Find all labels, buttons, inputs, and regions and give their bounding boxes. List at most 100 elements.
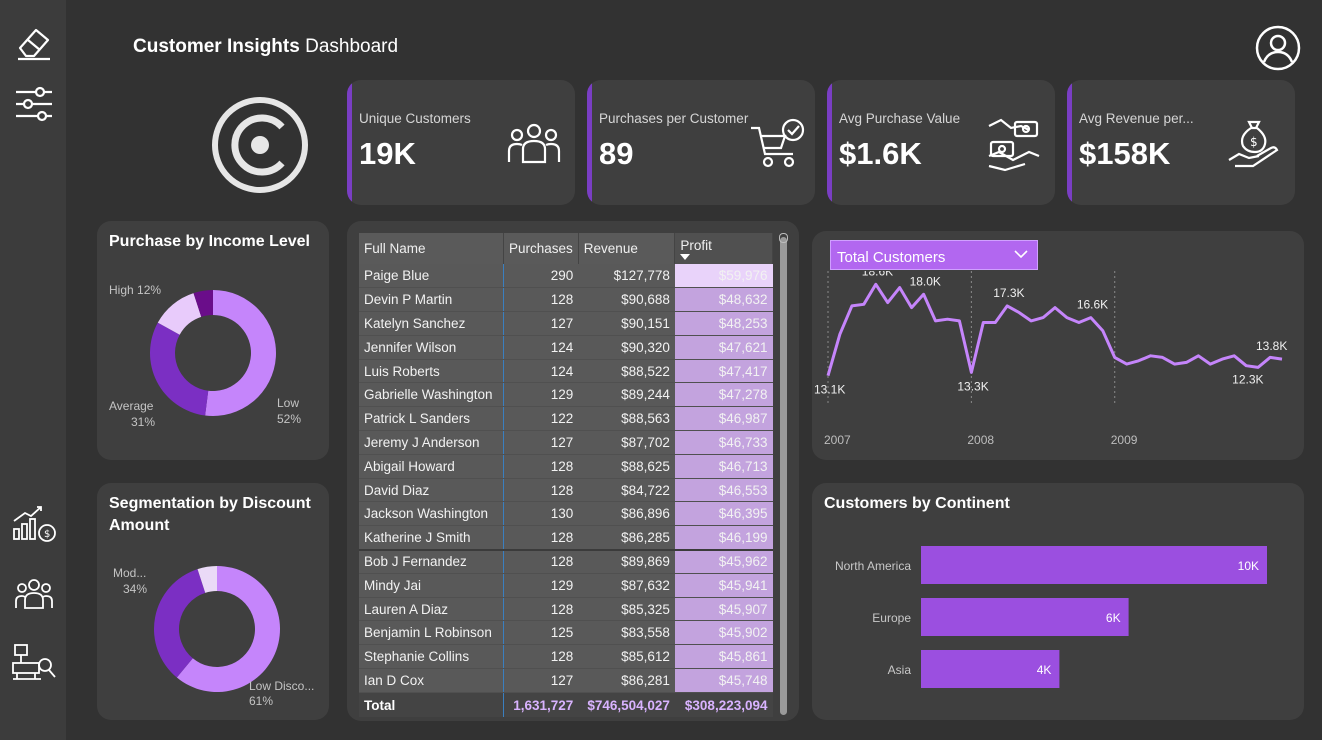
cell-revenue: $89,869 xyxy=(578,548,675,574)
cell-profit: $45,902 xyxy=(674,620,773,646)
income-donut-chart[interactable] xyxy=(137,277,289,429)
donut-label-mod-name: Mod... xyxy=(113,566,147,580)
x-tick-label: 2007 xyxy=(824,433,851,447)
cell-revenue: $85,612 xyxy=(578,644,675,670)
column-header-purchases[interactable]: Purchases xyxy=(503,233,579,264)
cell-purchases: 124 xyxy=(503,335,579,360)
table-row[interactable]: Jennifer Wilson 124 $90,320 $47,621 xyxy=(359,335,773,360)
table-row[interactable]: Abigail Howard 128 $88,625 $46,713 xyxy=(359,454,773,479)
table-row[interactable]: David Diaz 128 $84,722 $46,553 xyxy=(359,478,773,503)
cell-purchases: 128 xyxy=(503,478,579,503)
data-label: 18.6K xyxy=(862,271,893,278)
table-row[interactable]: Paige Blue 290 $127,778 $59,976 xyxy=(359,264,773,289)
table-row[interactable]: Luis Roberts 124 $88,522 $47,417 xyxy=(359,359,773,384)
cell-purchases: 124 xyxy=(503,359,579,384)
donut-label-low-pct: 52% xyxy=(277,412,302,426)
cell-revenue: $90,688 xyxy=(578,287,675,313)
metric-dropdown-label: Total Customers xyxy=(837,249,946,266)
kpi-label: Avg Revenue per... xyxy=(1079,111,1194,126)
cell-purchases: 128 xyxy=(503,454,579,479)
donut-label-high: High 12% xyxy=(109,283,162,297)
kpi-value: $158K xyxy=(1079,136,1171,171)
user-avatar-icon[interactable] xyxy=(1254,24,1302,72)
total-label: Total xyxy=(359,692,504,718)
table-row[interactable]: Katherine J Smith 128 $86,285 $46,199 xyxy=(359,525,773,551)
cell-purchases: 122 xyxy=(503,406,579,432)
table-row[interactable]: Ian D Cox 127 $86,281 $45,748 xyxy=(359,668,773,693)
column-header-full-name[interactable]: Full Name xyxy=(359,233,504,264)
cell-purchases: 127 xyxy=(503,311,579,336)
continent-bar-chart[interactable]: North America 10K Europe 6K Asia 4K xyxy=(812,533,1304,713)
donut-slice[interactable] xyxy=(205,290,276,416)
x-tick-label: 2009 xyxy=(1111,433,1138,447)
inspect-icon[interactable] xyxy=(10,638,58,686)
table-row[interactable]: Mindy Jai 129 $87,632 $45,941 xyxy=(359,573,773,598)
donut-label-average-pct: 31% xyxy=(131,415,156,429)
table-row[interactable]: Benjamin L Robinson 125 $83,558 $45,902 xyxy=(359,620,773,646)
cell-profit: $59,976 xyxy=(674,264,773,289)
table-row[interactable]: Devin P Martin 128 $90,688 $48,632 xyxy=(359,287,773,313)
cell-revenue: $87,632 xyxy=(578,573,675,598)
cell-full-name: Bob J Fernandez xyxy=(359,548,504,574)
bar[interactable] xyxy=(921,546,1267,584)
cell-revenue: $86,281 xyxy=(578,668,675,693)
cell-purchases: 129 xyxy=(503,573,579,598)
cell-profit: $46,713 xyxy=(674,454,773,479)
series-line[interactable] xyxy=(826,282,1283,377)
kpi-label: Purchases per Customer xyxy=(599,111,749,126)
income-level-title: Purchase by Income Level xyxy=(109,233,310,250)
column-header-profit[interactable]: Profit xyxy=(674,233,773,264)
bar-value-label: 4K xyxy=(1037,663,1052,677)
cell-full-name: Patrick L Sanders xyxy=(359,406,504,432)
metric-dropdown[interactable]: Total Customers xyxy=(830,240,1038,270)
chart-money-icon[interactable]: $ xyxy=(10,500,58,548)
money-bag-hand-icon: $ xyxy=(1225,116,1283,174)
donut-slice[interactable] xyxy=(149,322,209,416)
cell-revenue: $89,244 xyxy=(578,382,675,408)
cell-purchases: 290 xyxy=(503,264,579,289)
kpi-accent-bar xyxy=(1067,80,1072,205)
kpi-card-purchases-per-customer: Purchases per Customer 89 xyxy=(587,80,815,205)
table-row[interactable]: Jeremy J Anderson 127 $87,702 $46,733 xyxy=(359,430,773,455)
bar-value-label: 10K xyxy=(1238,559,1259,573)
customers-trend-chart[interactable]: 2007 2008 2009 13.1K 18.6K 18.0K 13.3K 17.3K 16.… xyxy=(812,271,1304,456)
page-title-light: Dashboard xyxy=(305,36,399,57)
data-label: 13.1K xyxy=(814,383,845,397)
people-icon[interactable] xyxy=(10,570,58,618)
table-row[interactable]: Gabrielle Washington 129 $89,244 $47,278 xyxy=(359,382,773,408)
cell-revenue: $85,325 xyxy=(578,597,675,622)
customers-trend-card: Total Customers 2007 2008 2009 13.1K 18.6K 18… xyxy=(812,231,1304,460)
donut-slice[interactable] xyxy=(154,569,206,678)
table-row[interactable]: Katelyn Sanchez 127 $90,151 $48,253 xyxy=(359,311,773,336)
cell-profit: $48,253 xyxy=(674,311,773,336)
cell-full-name: Stephanie Collins xyxy=(359,644,504,670)
cell-revenue: $90,320 xyxy=(578,335,675,360)
bar[interactable] xyxy=(921,598,1129,636)
sidebar: $ xyxy=(0,0,66,740)
cell-full-name: Katelyn Sanchez xyxy=(359,311,504,336)
donut-label-low-name: Low xyxy=(277,396,300,410)
total-purchases: 1,631,727 xyxy=(503,692,579,718)
category-label: Asia xyxy=(888,663,912,677)
cell-full-name: Mindy Jai xyxy=(359,573,504,598)
bar-value-label: 6K xyxy=(1106,611,1121,625)
cell-revenue: $83,558 xyxy=(578,620,675,646)
cell-purchases: 128 xyxy=(503,597,579,622)
table-row[interactable]: Patrick L Sanders 122 $88,563 $46,987 xyxy=(359,406,773,432)
table-row[interactable]: Jackson Washington 130 $86,896 $46,395 xyxy=(359,501,773,527)
table-body: Paige Blue 290 $127,778 $59,976 Devin P Mart… xyxy=(359,264,773,718)
table-row[interactable]: Lauren A Diaz 128 $85,325 $45,907 xyxy=(359,597,773,622)
table-row[interactable]: Stephanie Collins 128 $85,612 $45,861 xyxy=(359,644,773,670)
cell-revenue: $88,522 xyxy=(578,359,675,384)
table-scrollbar-thumb[interactable] xyxy=(780,237,787,715)
column-header-revenue[interactable]: Revenue xyxy=(578,233,676,264)
eraser-icon[interactable] xyxy=(10,18,58,66)
cell-profit: $45,861 xyxy=(674,644,773,670)
money-exchange-icon xyxy=(985,116,1043,174)
table-row[interactable]: Bob J Fernandez 128 $89,869 $45,962 xyxy=(359,548,773,574)
cell-full-name: Ian D Cox xyxy=(359,668,504,693)
sliders-icon[interactable] xyxy=(10,80,58,128)
cell-revenue: $88,563 xyxy=(578,406,675,432)
svg-text:$: $ xyxy=(44,529,50,540)
page-title: Customer Insights Dashboard xyxy=(133,36,398,58)
